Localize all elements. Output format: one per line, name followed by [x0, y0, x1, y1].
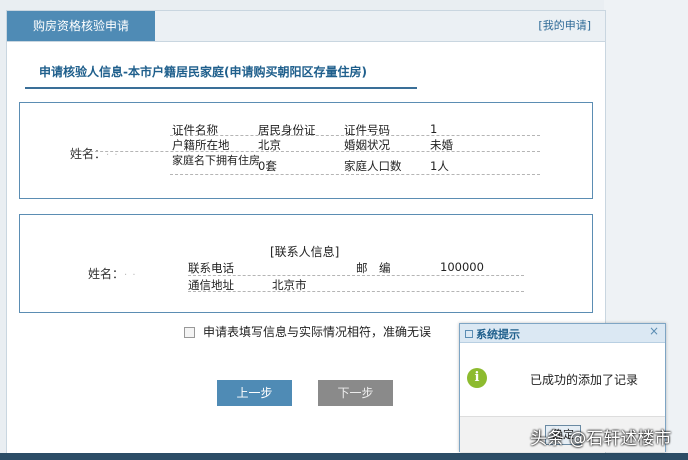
dialog-title: 系统提示	[476, 328, 520, 341]
phone-label: 联系电话	[188, 261, 234, 275]
id-type-label: 证件名称	[172, 123, 218, 137]
next-step-button[interactable]: 下一步	[318, 380, 393, 406]
postcode-label: 邮 编	[356, 261, 391, 275]
household-registration-value: 北京	[258, 138, 281, 152]
bottom-strip	[0, 453, 688, 460]
applicant-info-box: 姓名：· · 证件名称 居民身份证 证件号码 1 户籍所在地 北京 婚姻状况 未…	[19, 102, 593, 199]
marital-status-label: 婚姻状况	[344, 138, 390, 152]
name-label: 姓名：	[70, 147, 107, 161]
confirm-label: 申请表填写信息与实际情况相符，准确无误	[203, 325, 432, 339]
household-size-label: 家庭人口数	[344, 159, 402, 173]
confirm-row: 申请表填写信息与实际情况相符，准确无误	[184, 323, 431, 340]
address-label: 通信地址	[188, 278, 234, 292]
dialog-window-icon	[465, 330, 473, 338]
info-icon: i	[467, 368, 487, 388]
address-value: 北京市	[272, 278, 307, 292]
dialog-message: 已成功的添加了记录	[530, 373, 639, 387]
confirm-checkbox[interactable]	[184, 327, 195, 338]
masked-contact-name: · ·	[124, 270, 137, 281]
id-number-label: 证件号码	[344, 123, 390, 137]
my-applications-link[interactable]: [我的申请]	[538, 11, 591, 41]
row-divider	[70, 151, 540, 152]
watermark: 头条 @石轩述楼市	[530, 429, 672, 449]
tab-qualification-application[interactable]: 购房资格核验申请	[7, 11, 155, 41]
contact-name-label: 姓名：	[88, 267, 125, 281]
household-size-value: 1人	[430, 159, 449, 173]
id-type-value: 居民身份证	[258, 123, 316, 137]
owned-housing-value: 0套	[258, 159, 277, 173]
applicant-name: 姓名：· ·	[70, 145, 119, 162]
close-icon[interactable]: ×	[649, 324, 659, 338]
postcode-value: 100000	[440, 260, 484, 274]
previous-step-button[interactable]: 上一步	[217, 380, 292, 406]
marital-status-value: 未婚	[430, 138, 453, 152]
row-divider	[170, 174, 540, 175]
contact-info-box: [联系人信息] 姓名：· · 联系电话 邮 编 100000 通信地址 北京市	[19, 214, 593, 313]
header-bar: 购房资格核验申请 [我的申请]	[7, 11, 605, 42]
row-divider	[188, 291, 524, 292]
dialog-header: 系统提示 ×	[460, 324, 665, 343]
household-registration-label: 户籍所在地	[172, 138, 230, 152]
section-divider	[25, 87, 417, 89]
contact-section-title: [联系人信息]	[270, 245, 340, 259]
id-number-value: 1	[430, 122, 438, 136]
owned-housing-label: 家庭名下拥有住房	[172, 154, 260, 167]
section-title: 申请核验人信息-本市户籍居民家庭(申请购买朝阳区存量住房)	[39, 65, 367, 79]
contact-name: 姓名：· ·	[88, 265, 137, 282]
